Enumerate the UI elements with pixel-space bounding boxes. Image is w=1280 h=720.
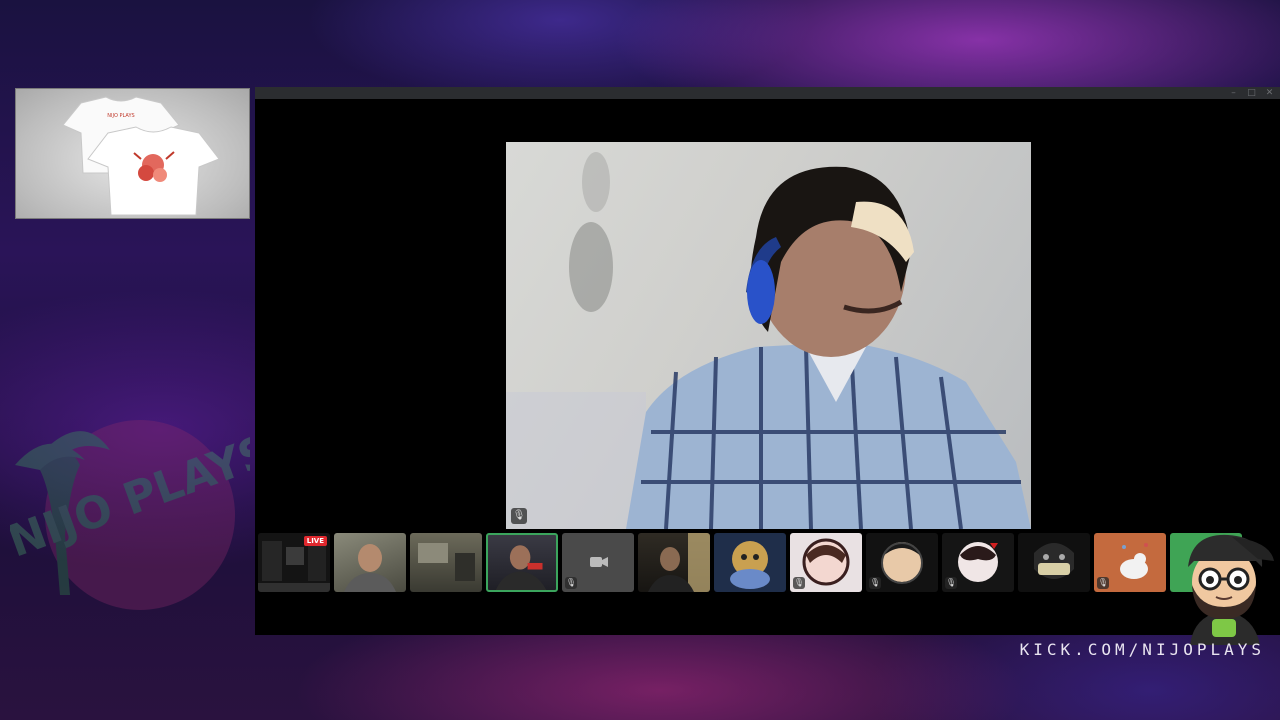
participant-thumbnail[interactable] — [1018, 533, 1090, 592]
merch-preview-panel: NIJO PLAYS — [15, 88, 250, 219]
participant-thumbnail-speaking[interactable] — [486, 533, 558, 592]
participant-video — [648, 533, 710, 592]
tshirt-front-image — [87, 126, 220, 216]
nijoplays-logo-watermark: NIJO PLAYS — [10, 420, 250, 610]
participant-thumbnail[interactable]: 🎙 — [562, 533, 634, 592]
participant-thumbnail[interactable] — [714, 533, 786, 592]
main-speaker-video[interactable]: 🎙 — [506, 142, 1031, 529]
speaker-video-frame — [506, 152, 1031, 529]
participant-thumbnail[interactable] — [410, 533, 482, 592]
mic-muted-icon: 🎙 — [565, 577, 577, 589]
participant-thumbnail[interactable]: 🎙 — [1094, 533, 1166, 592]
participant-thumbnail[interactable]: LIVE — [258, 533, 330, 592]
mic-muted-icon: 🎙 — [869, 577, 881, 589]
minimize-button[interactable]: – — [1229, 88, 1238, 98]
participant-thumbnail[interactable] — [334, 533, 406, 592]
channel-url: KICK.COM/NIJOPLAYS — [1019, 640, 1265, 659]
participant-thumbnail[interactable]: 🎙 — [866, 533, 938, 592]
mic-muted-icon: 🎙 — [793, 577, 805, 589]
mic-muted-icon: 🎙 — [945, 577, 957, 589]
participant-thumbnail[interactable] — [638, 533, 710, 592]
participant-avatar — [1034, 543, 1074, 579]
mic-muted-icon: 🎙 — [1097, 577, 1109, 589]
video-call-window: – □ ✕ 🎙 LIVE 🎙 🎙 🎙 🎙 🎙 — [255, 87, 1280, 635]
participant-thumbnail[interactable]: 🎙 — [942, 533, 1014, 592]
shirt-back-text: NIJO PLAYS — [107, 113, 134, 119]
close-button[interactable]: ✕ — [1265, 88, 1274, 98]
participant-video — [418, 543, 475, 581]
participant-video — [495, 545, 547, 590]
streamer-mascot-avatar — [1188, 534, 1274, 645]
mic-muted-icon: 🎙 — [511, 508, 527, 524]
participant-thumbnail-strip: LIVE 🎙 🎙 🎙 🎙 🎙 — [258, 533, 1242, 593]
participant-video — [344, 544, 396, 592]
participant-thumbnail[interactable]: 🎙 — [790, 533, 862, 592]
participant-avatar — [730, 541, 770, 589]
window-controls: – □ ✕ — [1229, 88, 1274, 98]
live-badge: LIVE — [303, 536, 327, 546]
maximize-button[interactable]: □ — [1247, 88, 1256, 98]
